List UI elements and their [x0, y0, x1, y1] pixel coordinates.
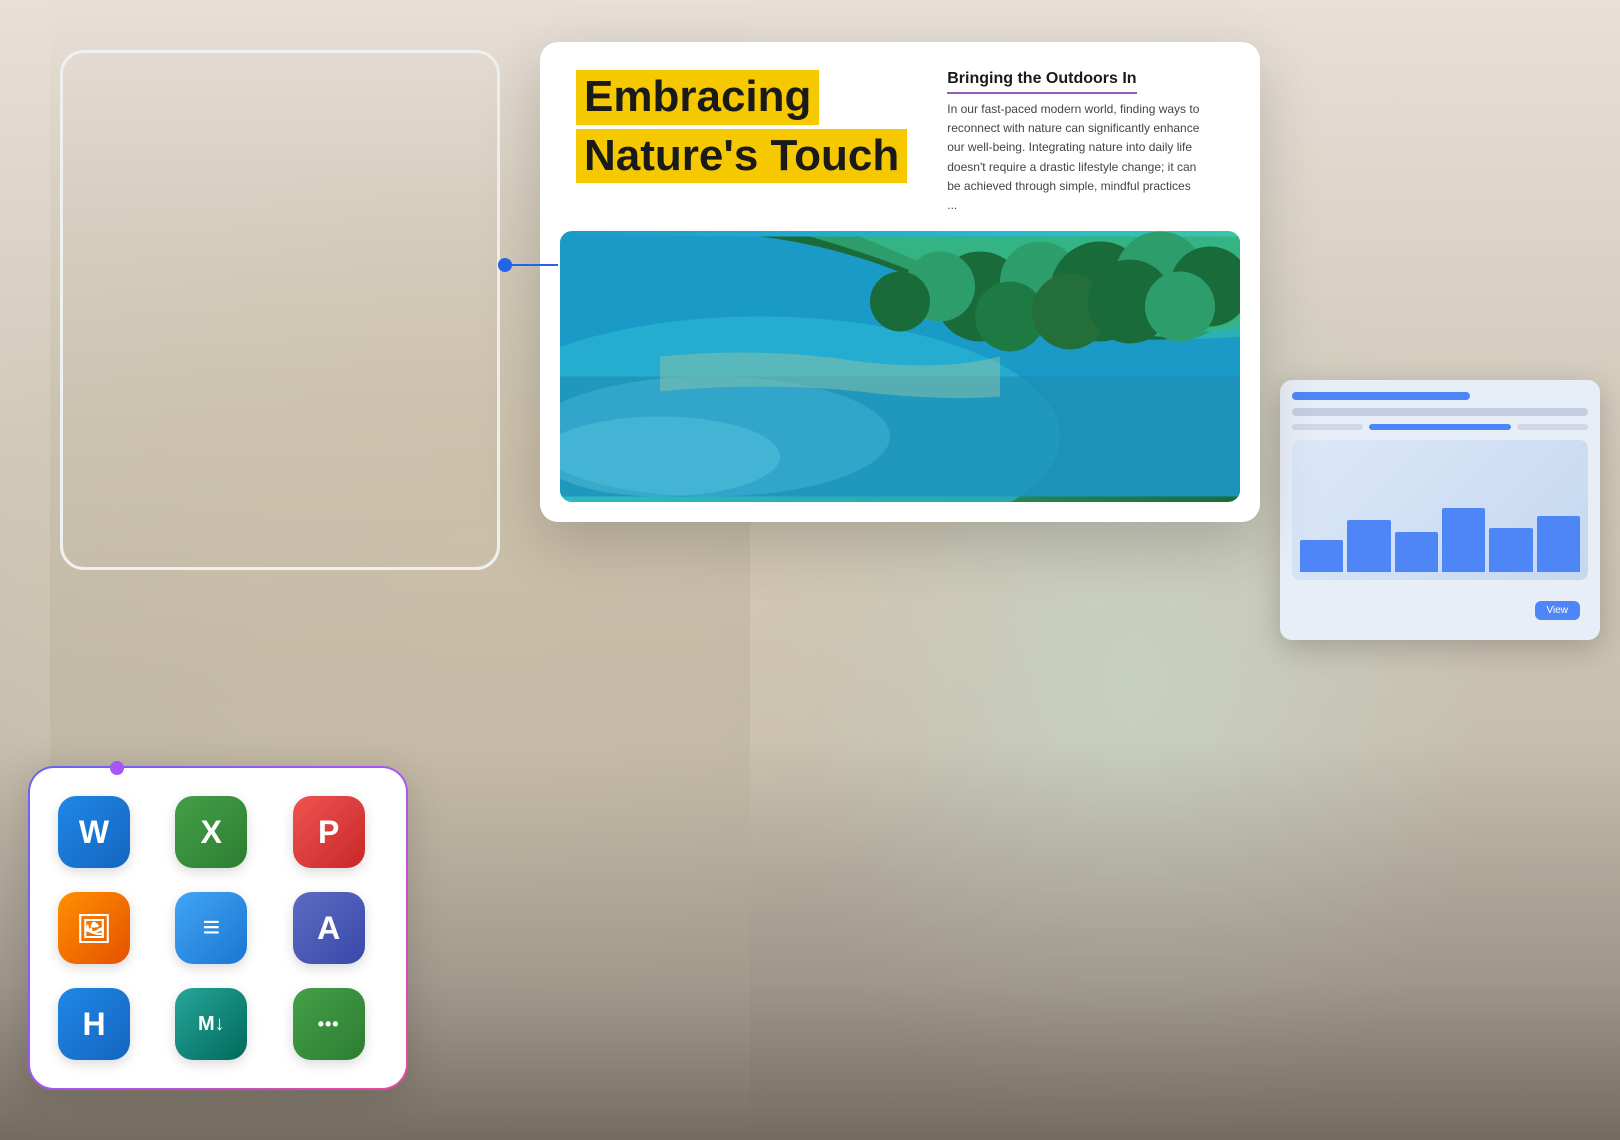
more-apps-icon[interactable]: ••• — [293, 988, 365, 1060]
hugo-icon[interactable]: H — [58, 988, 130, 1060]
notes-label: ≡ — [203, 911, 221, 945]
doc-title-line1: Embracing — [576, 70, 819, 125]
monitor-bar-1 — [1292, 392, 1470, 400]
aerial-svg — [560, 231, 1240, 502]
microsoft-word-icon[interactable]: W — [58, 796, 130, 868]
more-label: ••• — [318, 1014, 340, 1035]
doc-article: Bringing the Outdoors In In our fast-pac… — [947, 70, 1224, 215]
apps-grid: W X P 🖼 ≡ A H M↓ ••• — [58, 796, 378, 1060]
excel-label: X — [201, 814, 222, 851]
document-card: Embracing Nature's Touch Bringing the Ou… — [540, 42, 1260, 522]
markdown-icon[interactable]: M↓ — [175, 988, 247, 1060]
hugo-label: H — [82, 1006, 105, 1043]
microsoft-powerpoint-icon[interactable]: P — [293, 796, 365, 868]
font-icon[interactable]: A — [293, 892, 365, 964]
photos-icon[interactable]: 🖼 — [58, 892, 130, 964]
doc-title-line2: Nature's Touch — [576, 129, 907, 184]
ppt-label: P — [318, 814, 339, 851]
apps-panel: W X P 🖼 ≡ A H M↓ ••• — [28, 766, 408, 1090]
font-label: A — [317, 910, 340, 947]
markdown-label: M↓ — [198, 1013, 225, 1036]
word-label: W — [79, 814, 109, 851]
monitor-bar-2 — [1292, 408, 1588, 416]
microsoft-excel-icon[interactable]: X — [175, 796, 247, 868]
doc-title-block: Embracing Nature's Touch — [576, 70, 907, 183]
right-monitor: View — [1280, 380, 1600, 640]
right-monitor-content: View — [1280, 380, 1600, 640]
photos-label: 🖼 — [76, 912, 112, 945]
doc-article-title: Bringing the Outdoors In — [947, 70, 1136, 94]
doc-nature-image — [560, 231, 1240, 502]
connector-dot — [498, 258, 512, 272]
notes-icon[interactable]: ≡ — [175, 892, 247, 964]
doc-card-header: Embracing Nature's Touch Bringing the Ou… — [540, 42, 1260, 231]
monitor-action-button[interactable]: View — [1535, 601, 1581, 620]
doc-article-body: In our fast-paced modern world, finding … — [947, 100, 1204, 215]
panel-connector-dot — [110, 761, 124, 775]
